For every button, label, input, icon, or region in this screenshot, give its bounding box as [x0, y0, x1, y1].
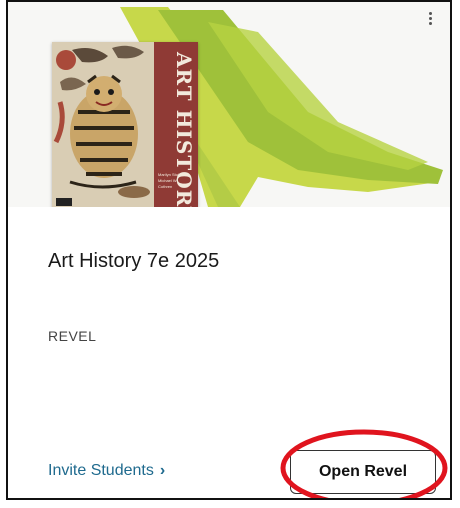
- course-title: Art History 7e 2025: [48, 250, 220, 272]
- invite-students-link[interactable]: Invite Students ›: [48, 462, 165, 480]
- course-banner: ART HISTORY Marilyn Stokstad · Michael W…: [8, 2, 450, 207]
- book-cover-authors: Marilyn Stokstad · Michael W. Cothren: [158, 172, 191, 189]
- product-label: REVEL: [48, 328, 97, 344]
- invite-students-label: Invite Students: [48, 462, 154, 479]
- book-cover-image: ART HISTORY Marilyn Stokstad · Michael W…: [52, 42, 198, 207]
- chevron-right-icon: ›: [159, 462, 166, 479]
- course-card: ART HISTORY Marilyn Stokstad · Michael W…: [8, 2, 450, 498]
- open-revel-button[interactable]: Open Revel: [290, 450, 436, 494]
- screenshot-frame: ART HISTORY Marilyn Stokstad · Michael W…: [6, 0, 452, 500]
- kebab-menu-icon[interactable]: [424, 10, 436, 30]
